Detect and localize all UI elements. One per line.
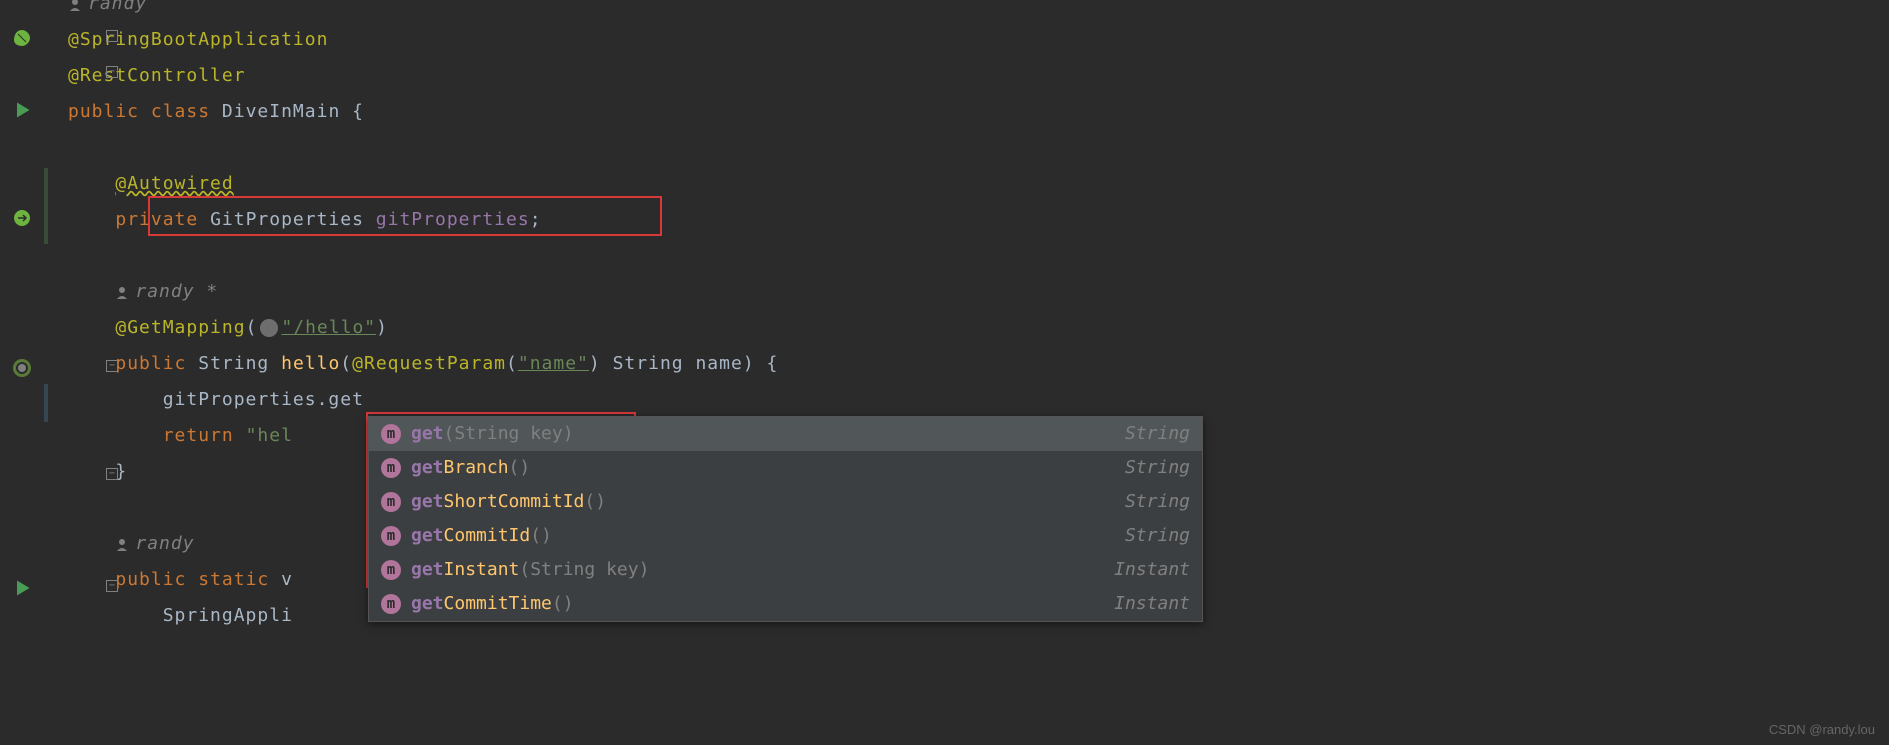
autocomplete-item[interactable]: m get(String key) String bbox=[369, 417, 1202, 451]
ac-params: () bbox=[530, 525, 552, 546]
type-name: v bbox=[281, 562, 293, 598]
ac-params: () bbox=[584, 491, 606, 512]
ac-match: get bbox=[411, 525, 444, 546]
ac-return-type: String bbox=[1125, 484, 1190, 520]
autocomplete-item[interactable]: m getBranch() String bbox=[369, 451, 1202, 485]
class-name: DiveInMain bbox=[222, 94, 340, 130]
author-hint: randy * bbox=[135, 274, 218, 310]
code-line[interactable]: private GitProperties gitProperties; bbox=[68, 202, 1889, 238]
annotation: @RequestParam bbox=[352, 346, 506, 382]
fold-toggle-icon[interactable]: − bbox=[106, 360, 118, 372]
ac-params: (String key) bbox=[444, 423, 574, 444]
code-line[interactable]: @Autowired bbox=[68, 166, 1889, 202]
gutter bbox=[0, 0, 48, 745]
type-name: String bbox=[198, 346, 269, 382]
method-icon: m bbox=[381, 458, 401, 478]
globe-icon[interactable] bbox=[260, 319, 278, 337]
field-name: gitProperties bbox=[376, 202, 530, 238]
ac-rest: ShortCommitId bbox=[444, 491, 585, 512]
author-hint: randy bbox=[88, 0, 147, 22]
ac-return-type: String bbox=[1125, 450, 1190, 486]
person-icon bbox=[68, 0, 82, 11]
ac-params: () bbox=[509, 457, 531, 478]
ac-params: (String key) bbox=[519, 559, 649, 580]
string-literal: "name" bbox=[518, 346, 589, 382]
annotation: @Autowired bbox=[115, 166, 233, 202]
string-literal: "hel bbox=[246, 418, 293, 454]
type-name: String bbox=[613, 346, 684, 382]
ac-params: () bbox=[552, 593, 574, 614]
autowired-bean-icon[interactable] bbox=[12, 208, 32, 228]
method-icon: m bbox=[381, 560, 401, 580]
ac-match: get bbox=[411, 491, 444, 512]
keyword: public bbox=[115, 346, 186, 382]
ac-return-type: Instant bbox=[1114, 586, 1190, 622]
method-icon: m bbox=[381, 594, 401, 614]
autocomplete-item[interactable]: m getCommitTime() Instant bbox=[369, 587, 1202, 621]
keyword: private bbox=[115, 202, 198, 238]
expression: gitProperties.get bbox=[163, 382, 364, 418]
ac-match: get bbox=[411, 559, 444, 580]
ac-match: get bbox=[411, 593, 444, 614]
ac-return-type: String bbox=[1125, 518, 1190, 554]
run-gutter-icon[interactable] bbox=[12, 100, 32, 120]
code-line[interactable] bbox=[68, 238, 1889, 274]
ac-match: get bbox=[411, 423, 444, 444]
code-line[interactable] bbox=[68, 130, 1889, 166]
code-line[interactable]: @SpringBootApplication bbox=[68, 22, 1889, 58]
keyword: return bbox=[163, 418, 234, 454]
method-icon: m bbox=[381, 424, 401, 444]
ac-match: get bbox=[411, 457, 444, 478]
annotation: @GetMapping bbox=[115, 310, 245, 346]
ac-rest: CommitId bbox=[444, 525, 531, 546]
autocomplete-item[interactable]: m getCommitId() String bbox=[369, 519, 1202, 553]
code-line[interactable]: public String hello(@RequestParam("name"… bbox=[68, 346, 1889, 382]
watermark: CSDN @randy.lou bbox=[1769, 722, 1875, 737]
method-icon: m bbox=[381, 492, 401, 512]
code-area[interactable]: − − − − − randy @SpringBootApplication @… bbox=[48, 0, 1889, 745]
keyword: public bbox=[115, 562, 186, 598]
web-endpoint-icon[interactable] bbox=[12, 358, 32, 378]
code-line[interactable]: randy bbox=[68, 0, 1889, 22]
expression: SpringAppli bbox=[163, 598, 293, 634]
semicolon: ; bbox=[530, 202, 542, 238]
param-name: name bbox=[695, 346, 742, 382]
annotation: @RestController bbox=[68, 58, 246, 94]
keyword: class bbox=[151, 94, 210, 130]
code-line[interactable]: @GetMapping("/hello") bbox=[68, 310, 1889, 346]
keyword: static bbox=[198, 562, 269, 598]
spring-leaf-icon[interactable] bbox=[12, 28, 32, 48]
method-icon: m bbox=[381, 526, 401, 546]
method-name: hello bbox=[281, 346, 340, 382]
autocomplete-item[interactable]: m getShortCommitId() String bbox=[369, 485, 1202, 519]
type-name: GitProperties bbox=[210, 202, 364, 238]
run-gutter-icon-2[interactable] bbox=[12, 578, 32, 598]
fold-toggle-icon[interactable]: − bbox=[106, 468, 118, 480]
code-line[interactable]: gitProperties.get bbox=[68, 382, 1889, 418]
code-line[interactable]: @RestController bbox=[68, 58, 1889, 94]
fold-toggle-icon[interactable]: − bbox=[106, 580, 118, 592]
person-icon bbox=[115, 537, 129, 551]
ac-rest: Instant bbox=[444, 559, 520, 580]
autocomplete-popup: m get(String key) String m getBranch() S… bbox=[368, 416, 1203, 622]
ac-rest: CommitTime bbox=[444, 593, 552, 614]
autocomplete-item[interactable]: m getInstant(String key) Instant bbox=[369, 553, 1202, 587]
ac-return-type: Instant bbox=[1114, 552, 1190, 588]
string-literal: "/hello" bbox=[281, 310, 376, 346]
brace: { bbox=[352, 94, 364, 130]
ac-rest: Branch bbox=[444, 457, 509, 478]
code-line[interactable]: public class DiveInMain { bbox=[68, 94, 1889, 130]
author-hint: randy bbox=[135, 526, 194, 562]
person-icon bbox=[115, 285, 129, 299]
fold-toggle-icon[interactable]: − bbox=[106, 66, 118, 78]
code-line[interactable]: randy * bbox=[68, 274, 1889, 310]
ac-return-type: String bbox=[1125, 416, 1190, 452]
keyword: public bbox=[68, 94, 139, 130]
fold-toggle-icon[interactable]: − bbox=[106, 30, 118, 42]
code-editor: − − − − − randy @SpringBootApplication @… bbox=[0, 0, 1889, 745]
